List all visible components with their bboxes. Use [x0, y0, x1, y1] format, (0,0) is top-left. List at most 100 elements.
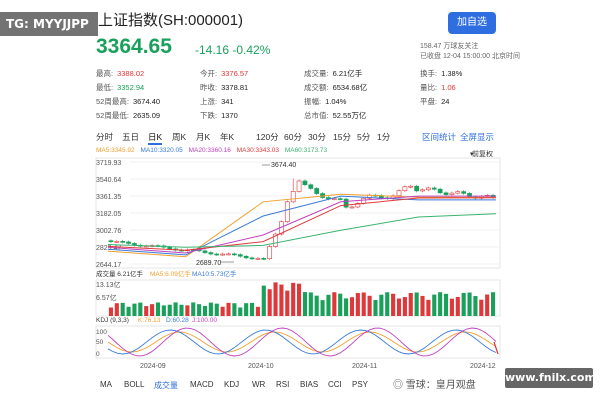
volume-bar: [485, 294, 490, 316]
volume-bar: [349, 297, 355, 316]
candle-body: [455, 191, 461, 194]
volume-bar: [449, 298, 454, 316]
volume-bar: [302, 292, 307, 316]
volume-bar: [255, 306, 260, 316]
candle-body: [284, 201, 290, 223]
price-axis-label: 2644.17: [96, 262, 121, 269]
volume-bar: [491, 292, 496, 316]
volume-bar: [438, 292, 443, 316]
candle-body: [261, 258, 267, 260]
candle-body: [208, 252, 214, 255]
candle-body: [337, 198, 343, 200]
date-label-sep: 2024-09: [140, 363, 166, 370]
volume-bar: [308, 292, 313, 316]
kdj-line: [107, 331, 497, 353]
volume-bar: [285, 290, 290, 316]
candle-body: [237, 254, 243, 257]
ind-tab-macd[interactable]: MACD: [190, 380, 214, 389]
ind-tab-kdj[interactable]: KDJ: [224, 380, 239, 389]
candle-body: [343, 198, 349, 208]
candle-body: [243, 255, 249, 259]
volume-bar: [138, 302, 143, 316]
ind-tab-cci[interactable]: CCI: [328, 380, 342, 389]
volume-bar: [185, 305, 190, 316]
adjust-caret-icon: ▾: [470, 151, 474, 158]
watermark-top: TG: MYYJJPP: [0, 12, 98, 36]
volume-bar: [396, 298, 402, 316]
candle-body: [220, 253, 225, 256]
volume-bar: [385, 292, 390, 316]
adjust-label[interactable]: 前复权: [472, 149, 493, 158]
watermark-bottom: www.fnilx.com: [505, 368, 596, 388]
candle-body: [126, 241, 131, 244]
kdj-k: K:76.13: [138, 317, 161, 324]
volume-bar: [479, 299, 484, 316]
candle-body: [308, 184, 314, 189]
ind-tab-psy[interactable]: PSY: [352, 380, 368, 389]
candle-body: [437, 188, 443, 194]
peak-annotation: 3674.40: [262, 162, 296, 169]
candle-body: [331, 198, 337, 200]
candle-body: [167, 246, 173, 250]
volume-bar: [197, 304, 202, 316]
candle-body: [302, 180, 308, 186]
volume-bar: [226, 302, 231, 316]
snowball-watermark: ◎ 雪球：皇月观盘: [393, 380, 476, 391]
volume-bar: [291, 282, 296, 316]
ind-tab-rsi[interactable]: RSI: [276, 380, 289, 389]
kdj-label: KDJ (9,3,3): [96, 317, 129, 324]
volume-bar: [432, 294, 437, 316]
candle-body: [349, 206, 355, 209]
candle-body: [449, 192, 455, 195]
ma-line-ma20: [107, 195, 496, 254]
price-axis-label: 3361.35: [96, 194, 121, 201]
candle-body: [408, 185, 414, 188]
candle-body: [314, 188, 320, 194]
volume-bar: [326, 294, 331, 316]
kline-chart[interactable]: 3719.933540.643361.353182.053002.762823.…: [0, 0, 600, 400]
volume-bar: [338, 293, 343, 316]
volume-bar: [120, 302, 125, 316]
volume-axis-max: 13.13亿: [96, 280, 121, 289]
candle-body: [402, 186, 408, 192]
kdj-j: J:100.00: [192, 317, 217, 324]
volume-bar: [420, 295, 425, 316]
candle-body: [461, 191, 467, 194]
candle-body: [443, 192, 449, 195]
candle-body: [414, 185, 419, 192]
ind-tab-ma[interactable]: MA: [100, 380, 112, 389]
ind-tab-bias[interactable]: BIAS: [300, 380, 318, 389]
volume-bar: [267, 289, 272, 316]
volume-bar: [320, 300, 325, 316]
kdj-axis-0: 0: [96, 351, 100, 358]
candle-body: [431, 187, 437, 190]
volume-bar: [414, 292, 419, 316]
volume-bar: [173, 302, 178, 316]
volume-bar: [355, 293, 360, 316]
candle-body: [426, 187, 431, 191]
price-axis-label: 3719.93: [96, 160, 121, 167]
volume-bar: [167, 304, 172, 316]
volume-bar: [391, 293, 396, 316]
ind-tab-boll[interactable]: BOLL: [124, 380, 144, 389]
candle-body: [108, 240, 114, 242]
ind-tab-volume[interactable]: 成交量: [154, 380, 178, 391]
candle-body: [120, 241, 126, 243]
date-label-oct: 2024-10: [248, 363, 274, 370]
volume-bar: [332, 292, 337, 316]
volume-axis-mid: 6.57亿: [96, 293, 117, 302]
volume-bar: [238, 307, 243, 316]
ind-tab-wr[interactable]: WR: [252, 380, 265, 389]
volume-bar: [244, 303, 249, 316]
volume-bar: [132, 303, 137, 316]
date-label-dec: 2024-12: [470, 363, 496, 370]
date-label-nov: 2024-11: [352, 363, 377, 370]
svg-text:3674.40: 3674.40: [271, 162, 296, 169]
volume-bar: [426, 299, 431, 316]
price-axis-label: 3182.05: [96, 211, 121, 218]
volume-bar: [161, 305, 166, 316]
volume-bar: [467, 292, 472, 316]
volume-bar: [220, 306, 225, 316]
candle-body: [202, 250, 208, 253]
volume-bar: [108, 307, 113, 316]
